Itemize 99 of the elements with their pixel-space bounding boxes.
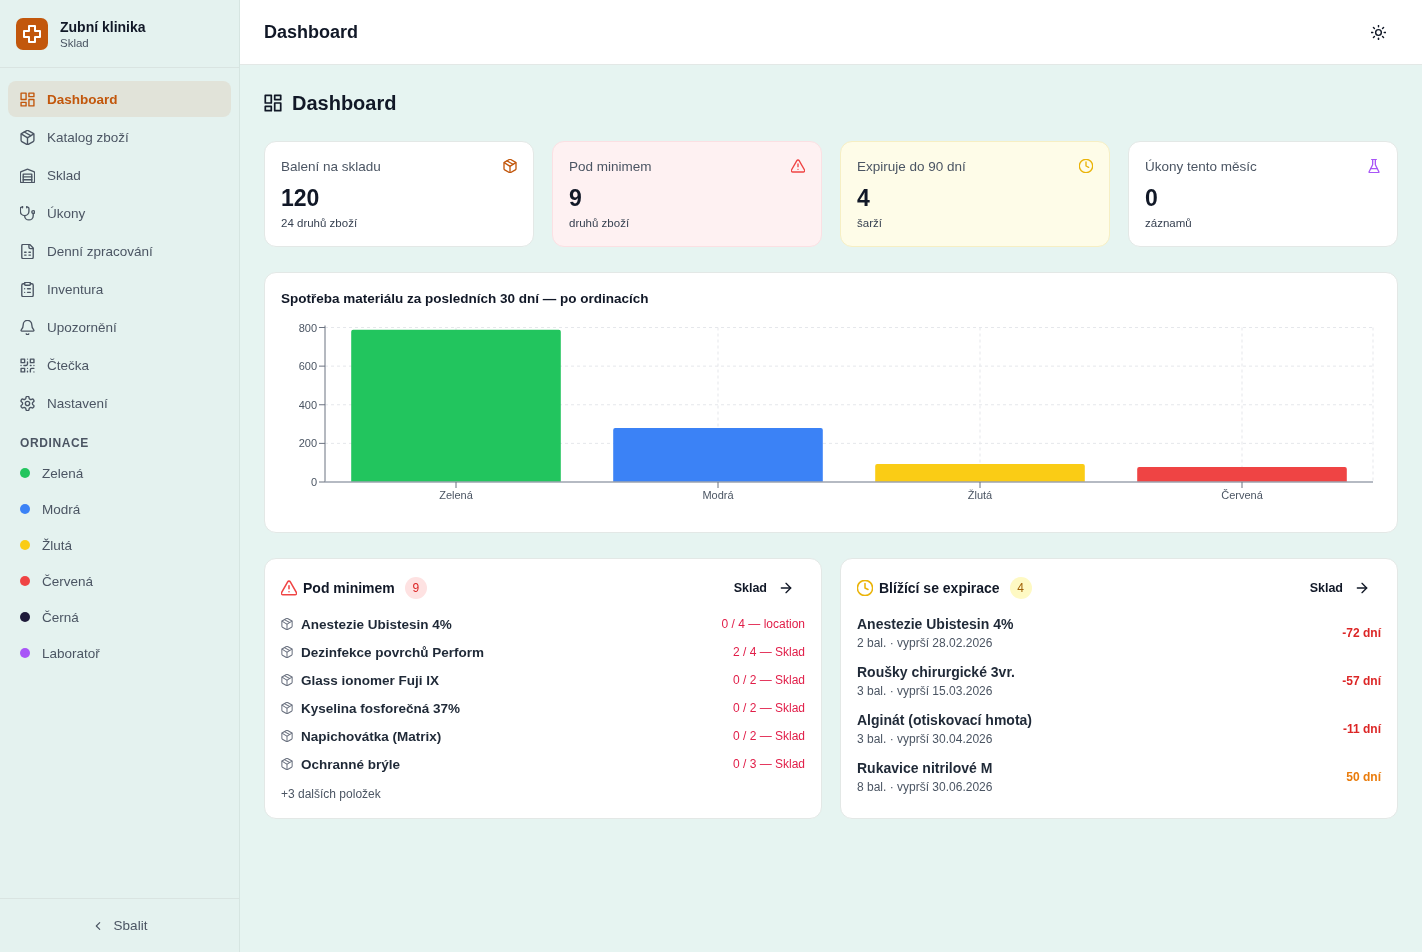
- box-icon: [281, 674, 293, 686]
- box-icon: [20, 129, 35, 145]
- clock-icon: [1079, 159, 1093, 173]
- nav-item[interactable]: Čtečka: [8, 347, 231, 383]
- item-name: Dezinfekce povrchů Perform: [301, 644, 485, 660]
- arrow-right-icon: [779, 581, 793, 595]
- item-detail: 3 bal. · vyprší 30.04.2026: [857, 731, 993, 748]
- stat-label: Pod minimem: [569, 158, 652, 176]
- stock-reading: 2 / 4 — Sklad: [732, 645, 805, 659]
- stat-label: Úkony tento měsíc: [1145, 158, 1257, 176]
- item-name: Napichovátka (Matrix): [301, 728, 442, 744]
- item-name: Alginát (otiskovací hmota): [857, 711, 1033, 730]
- stat-note: druhů zboží: [569, 216, 630, 231]
- stethoscope-icon: [20, 205, 35, 221]
- stat-value: 0: [1145, 184, 1158, 212]
- sun-icon: [1371, 24, 1386, 40]
- stat-note: záznamů: [1145, 216, 1192, 231]
- item-name: Roušky chirurgické 3vr.: [857, 663, 1015, 682]
- practice-item[interactable]: Laboratoř: [0, 635, 108, 671]
- clipboard-icon: [20, 281, 35, 297]
- stat-note: šarží: [857, 216, 882, 231]
- collapse-button[interactable]: Sbalit: [81, 912, 158, 939]
- box-icon: [281, 702, 293, 714]
- stat-value: 9: [569, 184, 582, 212]
- chart-title: Spotřeba materiálu za posledních 30 dní — po ordinacích: [281, 290, 650, 308]
- y-tick-label: 0: [310, 476, 317, 488]
- y-tick-label: 400: [298, 398, 317, 411]
- item-detail: 8 bal. · vyprší 30.06.2026: [857, 779, 993, 796]
- bell-icon: [20, 319, 35, 335]
- x-tick-label: Modrá: [702, 489, 734, 501]
- days-left: -11 dní: [1343, 722, 1381, 736]
- settings-icon: [20, 395, 35, 411]
- stock-reading: 0 / 2 — Sklad: [732, 729, 805, 743]
- practice-item[interactable]: Modrá: [0, 491, 89, 527]
- days-left: -72 dní: [1342, 626, 1381, 640]
- nav-item[interactable]: Upozornění: [8, 309, 231, 345]
- logo-icon: [16, 17, 48, 50]
- view-link[interactable]: Sklad: [721, 577, 805, 599]
- clinic-subtitle: Sklad: [60, 36, 89, 49]
- card-title: Blížící se expirace: [879, 580, 1000, 596]
- nav-item[interactable]: Úkony: [8, 195, 231, 231]
- nav-item[interactable]: Katalog zboží: [8, 119, 231, 155]
- stat-value: 4: [857, 184, 870, 212]
- box-icon: [281, 730, 293, 742]
- days-left: -57 dní: [1342, 674, 1381, 688]
- grid-icon: [264, 94, 282, 112]
- clock-icon: [857, 580, 873, 596]
- nav-item[interactable]: Nastavení: [8, 385, 231, 421]
- item-name: Anestezie Ubistesin 4%: [857, 615, 1014, 634]
- item-detail: 2 bal. · vyprší 28.02.2026: [857, 635, 993, 652]
- stock-reading: 0 / 4 — location: [721, 617, 805, 631]
- more-items-note: +3 dalších položek: [281, 786, 381, 802]
- grid-icon: [20, 91, 35, 107]
- practice-item[interactable]: Žlutá: [0, 527, 80, 563]
- y-tick-label: 600: [298, 360, 317, 373]
- section-heading: ORDINACE: [20, 437, 89, 449]
- nav-item[interactable]: Sklad: [8, 157, 231, 193]
- practice-item[interactable]: Černá: [0, 599, 87, 635]
- y-tick-label: 200: [298, 437, 317, 450]
- item-detail: 3 bal. · vyprší 15.03.2026: [857, 683, 993, 700]
- qr-code-icon: [20, 357, 35, 373]
- practice-item[interactable]: Zelená: [0, 455, 92, 491]
- stock-reading: 0 / 3 — Sklad: [732, 757, 805, 771]
- y-tick-label: 800: [298, 321, 317, 334]
- flask-icon: [1367, 159, 1381, 173]
- view-link[interactable]: Sklad: [1297, 577, 1381, 599]
- header-title: Dashboard: [264, 21, 359, 43]
- card-title: Pod minimem: [303, 580, 395, 596]
- arrow-right-icon: [1355, 581, 1369, 595]
- stock-reading: 0 / 2 — Sklad: [732, 673, 805, 687]
- days-left: 50 dní: [1346, 770, 1381, 784]
- box-icon: [503, 159, 517, 173]
- x-tick-label: Žlutá: [967, 489, 993, 501]
- stat-note: 24 druhů zboží: [281, 216, 358, 231]
- count-badge: 4: [1009, 577, 1032, 599]
- warning-icon: [791, 159, 805, 173]
- warning-icon: [281, 580, 297, 596]
- stat-value: 120: [281, 184, 320, 212]
- box-icon: [281, 618, 293, 630]
- spreadsheet-icon: [20, 243, 35, 259]
- item-name: Ochranné brýle: [301, 756, 401, 772]
- clinic-name: Zubní klinika: [60, 18, 146, 35]
- stat-label: Expiruje do 90 dní: [857, 158, 966, 176]
- nav-item[interactable]: Inventura: [8, 271, 231, 307]
- item-name: Rukavice nitrilové M: [857, 759, 993, 778]
- page-title: Dashboard: [292, 91, 397, 115]
- box-icon: [281, 646, 293, 658]
- stock-reading: 0 / 2 — Sklad: [732, 701, 805, 715]
- stat-label: Balení na skladu: [281, 158, 381, 176]
- count-badge: 9: [404, 577, 427, 599]
- nav-item[interactable]: Denní zpracování: [8, 233, 231, 269]
- box-icon: [281, 758, 293, 770]
- item-name: Glass ionomer Fuji IX: [301, 672, 440, 688]
- item-name: Anestezie Ubistesin 4%: [301, 616, 452, 632]
- item-name: Kyselina fosforečná 37%: [301, 700, 461, 716]
- practice-item[interactable]: Červená: [0, 563, 102, 599]
- x-tick-label: Červená: [1221, 489, 1263, 501]
- x-tick-label: Zelená: [439, 489, 473, 501]
- warehouse-icon: [20, 167, 35, 183]
